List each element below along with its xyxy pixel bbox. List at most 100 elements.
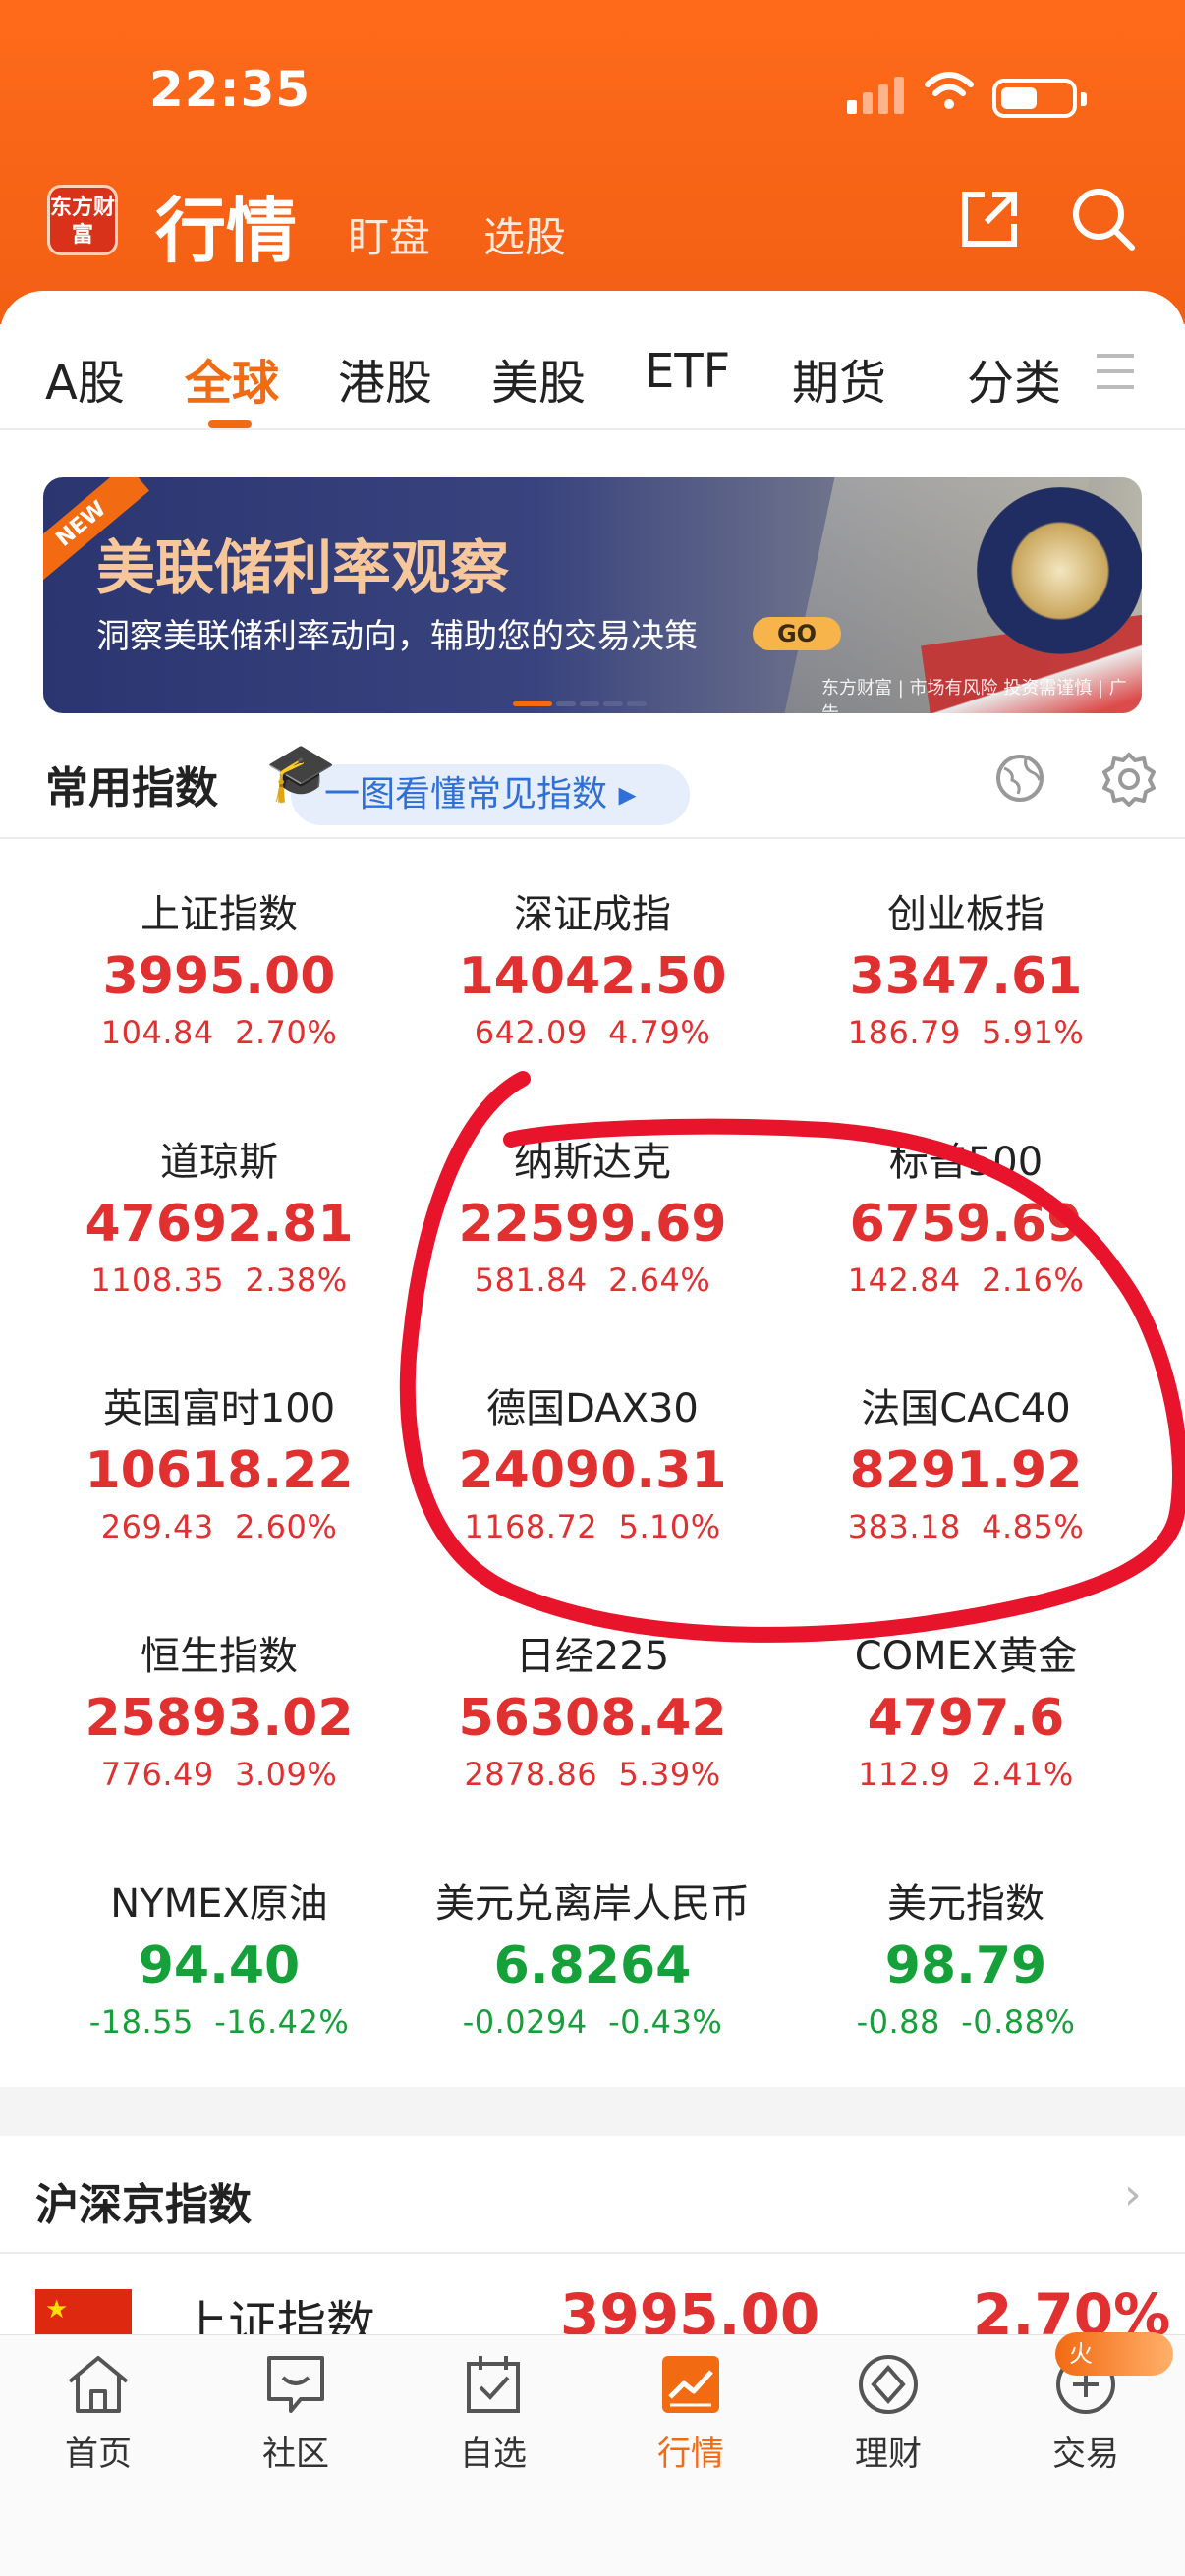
index-name: 道琼斯 xyxy=(160,1140,278,1185)
list-item[interactable]: ★ 上证指数 3995.00 2.70% xyxy=(0,2256,1185,2334)
index-pct: 4.79% xyxy=(608,1014,711,1051)
carousel-dots xyxy=(513,692,650,710)
tab-stock-picker[interactable]: 选股 xyxy=(483,204,566,264)
index-cell[interactable]: 美元指数 98.79 -0.88 -0.88% xyxy=(779,1872,1153,2041)
share-icon[interactable] xyxy=(955,185,1024,253)
index-change: 104.84 xyxy=(100,1014,214,1051)
index-name: 德国DAX30 xyxy=(486,1386,699,1431)
index-pct: -0.43% xyxy=(608,2003,723,2041)
index-change: 1168.72 xyxy=(464,1508,598,1545)
nav-watchlist[interactable]: 自选 xyxy=(395,2348,592,2475)
search-icon[interactable] xyxy=(1069,185,1138,253)
index-change-row: 186.79 5.91% xyxy=(779,1014,1153,1051)
index-value: 22599.69 xyxy=(458,1195,727,1254)
index-name: COMEX黄金 xyxy=(854,1634,1078,1679)
tab-futures[interactable]: 期货 xyxy=(792,344,886,413)
index-cell[interactable]: 英国富时100 10618.22 269.43 2.60% xyxy=(32,1376,406,1545)
index-pct: 5.10% xyxy=(618,1508,721,1545)
index-cell[interactable]: COMEX黄金 4797.6 112.9 2.41% xyxy=(779,1624,1153,1793)
china-flag-icon: ★ xyxy=(35,2289,132,2334)
index-change: -0.0294 xyxy=(462,2003,588,2041)
index-cell[interactable]: 德国DAX30 24090.31 1168.72 5.10% xyxy=(406,1376,779,1545)
globe-icon[interactable] xyxy=(992,751,1047,806)
banner-footer: 东方财富 | 市场有风险 投资需谨慎 | 广告 xyxy=(821,678,1127,713)
index-cell[interactable]: 上证指数 3995.00 104.84 2.70% xyxy=(32,882,406,1051)
tab-hk[interactable]: 港股 xyxy=(338,344,432,413)
index-name: 纳斯达克 xyxy=(514,1140,671,1185)
index-cell[interactable]: 深证成指 14042.50 642.09 4.79% xyxy=(406,882,779,1051)
index-name: 法国CAC40 xyxy=(861,1386,1071,1431)
index-cell[interactable]: NYMEX原油 94.40 -18.55 -16.42% xyxy=(32,1872,406,2041)
tab-category[interactable]: 分类 xyxy=(967,344,1061,413)
index-value: 3347.61 xyxy=(849,947,1083,1006)
index-change: 776.49 xyxy=(100,1756,214,1793)
index-change: -0.88 xyxy=(856,2003,940,2041)
index-change-row: 581.84 2.64% xyxy=(406,1261,779,1299)
banner-title: 美联储利率观察 xyxy=(96,534,509,603)
index-change-row: -0.0294 -0.43% xyxy=(406,2003,779,2041)
index-cell[interactable]: 纳斯达克 22599.69 581.84 2.64% xyxy=(406,1130,779,1299)
index-cell[interactable]: 美元兑离岸人民币 6.8264 -0.0294 -0.43% xyxy=(406,1872,779,2041)
index-change-row: 1108.35 2.38% xyxy=(32,1261,406,1299)
wifi-icon xyxy=(925,72,974,109)
index-value: 94.40 xyxy=(138,1936,301,1995)
promo-banner[interactable]: NEW 美联储利率观察 洞察美联储利率动向，辅助您的交易决策 GO 东方财富 |… xyxy=(43,477,1142,713)
index-value: 10618.22 xyxy=(85,1441,354,1500)
index-change-row: 383.18 4.85% xyxy=(779,1508,1153,1545)
graduation-cap-icon: 🎓 xyxy=(265,739,337,806)
nav-community[interactable]: 社区 xyxy=(198,2348,394,2475)
index-change: 642.09 xyxy=(474,1014,588,1051)
index-cell[interactable]: 创业板指 3347.61 186.79 5.91% xyxy=(779,882,1153,1051)
tab-us[interactable]: 美股 xyxy=(491,344,586,413)
index-value: 47692.81 xyxy=(85,1195,354,1254)
index-guide-link[interactable]: 一图看懂常见指数 ▸ xyxy=(291,764,690,825)
index-value: 14042.50 xyxy=(458,947,727,1006)
index-pct: -16.42% xyxy=(214,2003,350,2041)
index-name: NYMEX原油 xyxy=(110,1881,328,1927)
index-value: 3995.00 xyxy=(102,947,336,1006)
tab-global[interactable]: 全球 xyxy=(185,344,279,413)
index-pct: 2.16% xyxy=(982,1261,1085,1299)
index-change-row: 776.49 3.09% xyxy=(32,1756,406,1793)
index-name: 创业板指 xyxy=(887,892,1044,937)
tab-watch[interactable]: 盯盘 xyxy=(348,204,430,264)
index-cell[interactable]: 恒生指数 25893.02 776.49 3.09% xyxy=(32,1624,406,1793)
index-cell[interactable]: 日经225 56308.42 2878.86 5.39% xyxy=(406,1624,779,1793)
hs-index-header[interactable]: 沪深京指数 › xyxy=(0,2136,1185,2254)
row-index-value: 3995.00 xyxy=(560,2281,820,2334)
index-pct: 5.39% xyxy=(618,1756,721,1793)
index-value: 24090.31 xyxy=(458,1441,727,1500)
index-name: 美元兑离岸人民币 xyxy=(435,1881,750,1927)
index-value: 6759.69 xyxy=(849,1195,1083,1254)
settings-icon[interactable] xyxy=(1100,751,1157,808)
index-value: 6.8264 xyxy=(493,1936,692,1995)
index-pct: 2.70% xyxy=(235,1014,338,1051)
index-cell[interactable]: 法国CAC40 8291.92 383.18 4.85% xyxy=(779,1376,1153,1545)
index-pct: 2.41% xyxy=(971,1756,1074,1793)
index-value: 25893.02 xyxy=(85,1689,354,1748)
app-logo: 东方财富 xyxy=(47,185,118,255)
index-change: 186.79 xyxy=(847,1014,961,1051)
menu-icon[interactable] xyxy=(1095,352,1136,391)
index-change: 1108.35 xyxy=(90,1261,225,1299)
index-name: 英国富时100 xyxy=(102,1386,336,1431)
nav-market[interactable]: 行情 xyxy=(592,2348,789,2475)
index-change-row: 269.43 2.60% xyxy=(32,1508,406,1545)
market-icon xyxy=(662,2356,719,2413)
index-pct: 2.38% xyxy=(245,1261,348,1299)
index-change: 112.9 xyxy=(858,1756,951,1793)
index-value: 4797.6 xyxy=(867,1689,1065,1748)
tab-a-share[interactable]: A股 xyxy=(45,344,125,413)
nav-home[interactable]: 首页 xyxy=(0,2348,197,2475)
index-cell[interactable]: 道琼斯 47692.81 1108.35 2.38% xyxy=(32,1130,406,1299)
banner-go-button[interactable]: GO xyxy=(753,617,841,650)
index-pct: 3.09% xyxy=(235,1756,338,1793)
index-value: 98.79 xyxy=(884,1936,1047,1995)
index-name: 日经225 xyxy=(515,1634,670,1679)
tab-etf[interactable]: ETF xyxy=(645,344,730,399)
index-cell[interactable]: 标普500 6759.69 142.84 2.16% xyxy=(779,1130,1153,1299)
index-change: 383.18 xyxy=(847,1508,961,1545)
index-change-row: -18.55 -16.42% xyxy=(32,2003,406,2041)
nav-wealth[interactable]: 理财 xyxy=(790,2348,987,2475)
hs-index-title: 沪深京指数 xyxy=(35,2180,252,2230)
